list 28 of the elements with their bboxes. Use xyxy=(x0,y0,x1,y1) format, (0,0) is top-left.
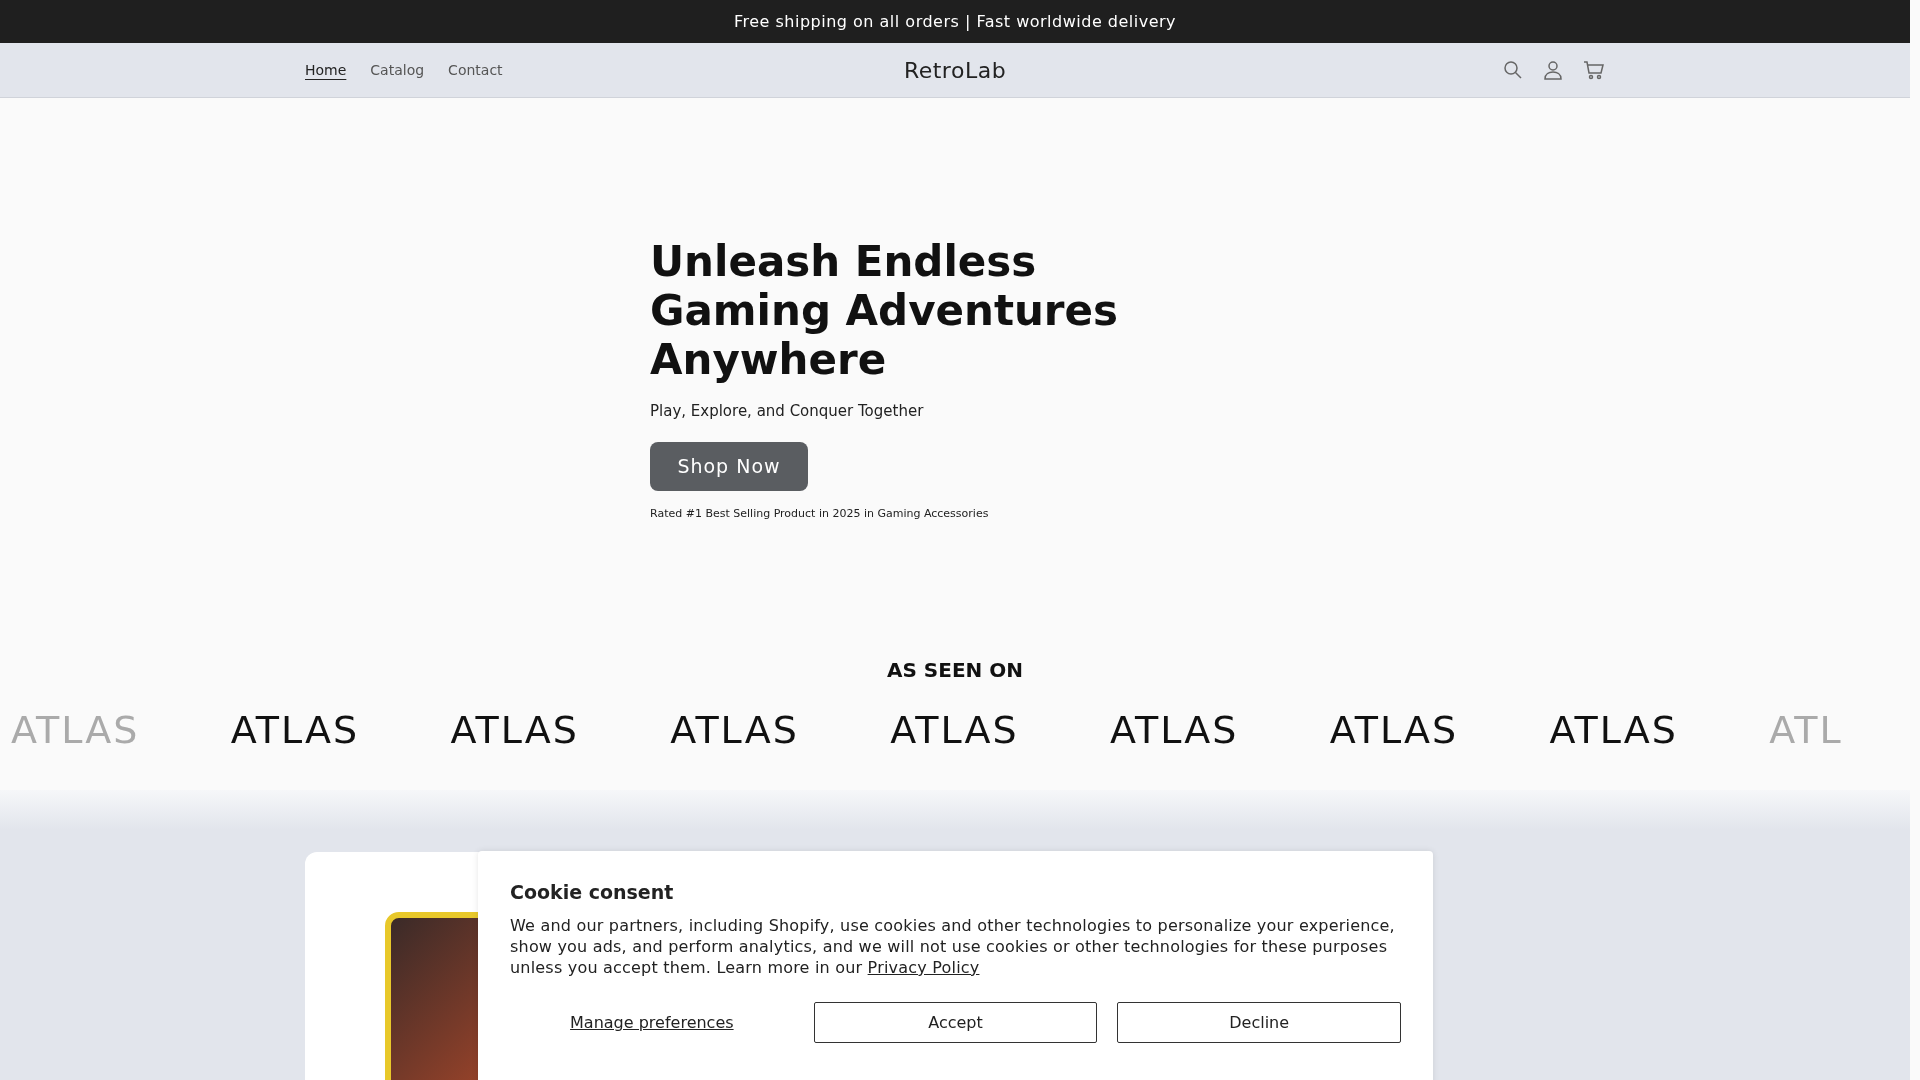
press-logo: ATLAS xyxy=(1549,708,1679,752)
shop-now-button[interactable]: Shop Now xyxy=(650,441,808,491)
press-logo: ATLAS xyxy=(450,708,580,752)
rating-note: Rated #1 Best Selling Product in 2025 in Gaming Accessories xyxy=(650,506,990,520)
press-logo: ATLAS xyxy=(1109,708,1240,752)
cart-icon[interactable] xyxy=(1583,60,1605,80)
decline-button[interactable]: Decline xyxy=(1117,1002,1401,1043)
press-logo: ATLAS xyxy=(1329,708,1460,752)
cookie-title: Cookie consent xyxy=(510,881,675,903)
nav-link[interactable]: Home xyxy=(305,62,347,78)
press-logo: ATLAS xyxy=(11,708,141,752)
nav-link[interactable]: Contact xyxy=(448,62,503,78)
accept-button[interactable]: Accept xyxy=(813,1002,1098,1043)
press-logo: ATLAS xyxy=(230,708,361,752)
press-logo: ATLAS xyxy=(890,708,1020,752)
hero-heading: Unleash Endless Gaming Adventures Anywhere xyxy=(650,236,1120,384)
announcement-text: Free shipping on all orders | Fast worldwide delivery xyxy=(733,12,1177,31)
manage-preferences-link[interactable]: Manage preferences xyxy=(570,1013,734,1032)
search-icon[interactable] xyxy=(1503,60,1523,80)
press-logo: ATL xyxy=(1769,708,1844,752)
cookie-text: We and our partners, including Shopify, use cookies and other technologies to personalize your experience, show you ads, and perform analytics, and we will not use cookies or other technologies for these purposes unless you accept them. Learn more in our Privacy Policy xyxy=(510,915,1396,978)
user-icon[interactable] xyxy=(1543,60,1563,80)
nav-link[interactable]: Catalog xyxy=(370,62,425,78)
hero-subtitle: Play, Explore, and Conquer Together xyxy=(650,401,925,420)
store-logo[interactable]: RetroLab xyxy=(903,57,1007,83)
press-logo: ATLAS xyxy=(670,708,800,752)
section-heading: AS SEEN ON xyxy=(886,658,1024,682)
privacy-policy-link[interactable]: Privacy Policy xyxy=(867,958,980,977)
